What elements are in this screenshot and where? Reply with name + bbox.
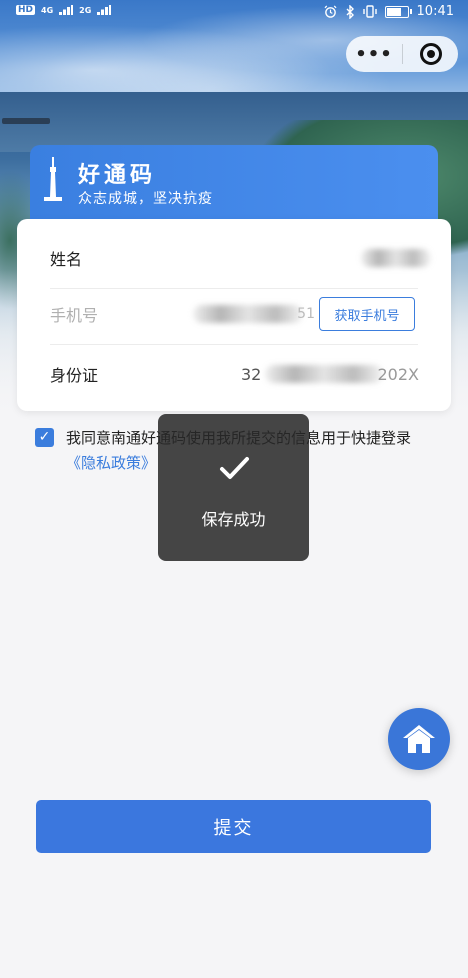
signal-bars-icon <box>59 5 74 15</box>
id-value-redacted <box>265 365 383 383</box>
id-suffix: 202X <box>377 364 420 384</box>
phone-value-redacted <box>193 305 303 323</box>
signal-bars-icon <box>97 5 112 15</box>
status-bar: HD 4G 2G 10:41 <box>0 0 468 26</box>
home-button[interactable] <box>388 708 450 770</box>
name-row[interactable]: 姓名 <box>17 227 451 289</box>
tower-logo-icon <box>44 157 62 201</box>
close-target-icon[interactable] <box>403 43 458 65</box>
id-row[interactable]: 身份证 32 202X <box>17 343 451 405</box>
hd-indicator: HD <box>16 5 36 15</box>
submit-button[interactable]: 提交 <box>36 800 431 853</box>
checkmark-icon <box>220 457 249 479</box>
signal-label-2: 2G <box>79 5 92 15</box>
signal-label-1: 4G <box>41 5 54 15</box>
name-label: 姓名 <box>50 250 83 269</box>
miniprogram-capsule: ••• <box>346 36 458 72</box>
phone-label: 手机号 <box>50 306 99 325</box>
vibrate-icon <box>362 5 377 18</box>
form-card: 姓名 手机号 51 获取手机号 身份证 32 202X <box>17 219 451 411</box>
id-label: 身份证 <box>50 366 99 385</box>
alarm-icon <box>324 5 337 18</box>
privacy-policy-link[interactable]: 《隐私政策》 <box>66 454 156 472</box>
status-time: 10:41 <box>416 4 454 19</box>
banner-title: 好通码 <box>78 163 157 188</box>
name-value-redacted <box>361 249 431 267</box>
home-icon <box>403 725 435 753</box>
banner-subtitle: 众志成城，坚决抗疫 <box>78 191 213 207</box>
success-toast: 保存成功 <box>158 414 309 561</box>
phone-partial: 51 <box>297 306 315 322</box>
battery-icon <box>384 5 412 18</box>
id-prefix: 32 <box>241 364 262 384</box>
bluetooth-icon <box>346 4 354 19</box>
get-phone-button[interactable]: 获取手机号 <box>319 297 415 331</box>
toast-message: 保存成功 <box>201 510 266 529</box>
more-dots-icon[interactable]: ••• <box>346 44 402 65</box>
agree-checkbox[interactable]: ✓ <box>35 428 54 447</box>
